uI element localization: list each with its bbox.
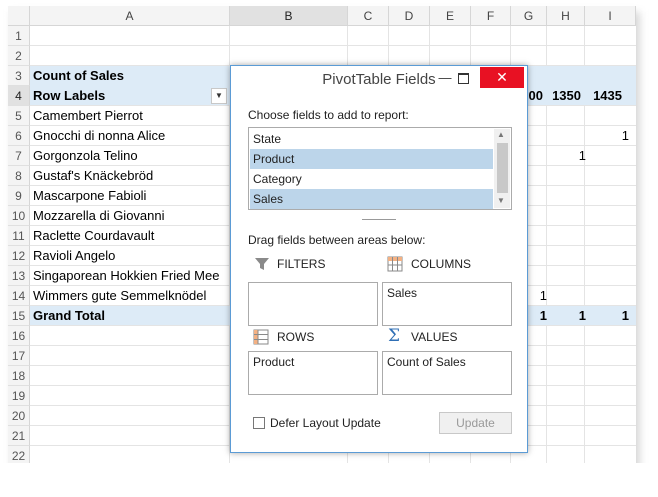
column-header-h[interactable]: H [547, 6, 585, 26]
pivot-value-cell[interactable]: 1 [547, 146, 590, 166]
row-header[interactable]: 6 [8, 126, 30, 146]
section-splitter[interactable] [362, 219, 396, 220]
pivot-row-item[interactable]: Mozzarella di Giovanni [30, 206, 229, 226]
field-item-category[interactable]: Category [250, 169, 493, 189]
grand-total-value[interactable]: 1 [585, 306, 633, 326]
column-header-d[interactable]: D [389, 6, 430, 26]
scroll-thumb[interactable] [497, 143, 508, 193]
row-header[interactable]: 10 [8, 206, 30, 226]
field-list[interactable]: State Product Category Sales ▲ ▼ [248, 127, 512, 210]
gridline [30, 45, 636, 46]
minimize-icon[interactable]: — [436, 68, 454, 88]
close-button[interactable]: ✕ [480, 67, 524, 88]
field-item-sales[interactable]: Sales [250, 189, 493, 209]
scroll-down-icon[interactable]: ▼ [497, 196, 505, 205]
row-header[interactable]: 21 [8, 426, 30, 446]
pivot-row-item[interactable]: Gustaf's Knäckebröd [30, 166, 229, 186]
row-header[interactable]: 1 [8, 26, 30, 46]
torn-edge [0, 463, 658, 497]
values-area-label: VALUES [411, 330, 458, 344]
pivot-fields-dialog: PivotTable Fields — ✕ Choose fields to a… [230, 65, 528, 453]
column-header-b[interactable]: B [230, 6, 348, 26]
rows-field-chip[interactable]: Product [253, 355, 294, 369]
column-header-f[interactable]: F [471, 6, 511, 26]
pivot-row-item[interactable]: Gnocchi di nonna Alice [30, 126, 229, 146]
rows-area-label: ROWS [277, 330, 315, 344]
filters-drop-area[interactable] [248, 282, 378, 326]
row-header[interactable]: 5 [8, 106, 30, 126]
filter-icon [255, 258, 269, 270]
field-item-product[interactable]: Product [250, 149, 493, 169]
row-header[interactable]: 17 [8, 346, 30, 366]
row-header[interactable]: 4 [8, 86, 30, 106]
row-header[interactable]: 13 [8, 266, 30, 286]
row-header[interactable]: 12 [8, 246, 30, 266]
columns-drop-area[interactable]: Sales [382, 282, 512, 326]
row-header[interactable]: 2 [8, 46, 30, 66]
field-item-state[interactable]: State [250, 129, 493, 149]
defer-layout-checkbox[interactable] [253, 417, 265, 429]
values-field-chip[interactable]: Count of Sales [387, 355, 466, 369]
defer-layout-label[interactable]: Defer Layout Update [270, 416, 381, 430]
column-header-e[interactable]: E [430, 6, 471, 26]
columns-area-label: COLUMNS [411, 257, 472, 271]
values-drop-area[interactable]: Count of Sales [382, 351, 512, 395]
columns-icon [387, 256, 403, 272]
row-header[interactable]: 3 [8, 66, 30, 86]
pivot-row-item[interactable]: Singaporean Hokkien Fried Mee [30, 266, 240, 286]
row-header[interactable]: 20 [8, 406, 30, 426]
row-header[interactable]: 18 [8, 366, 30, 386]
update-button[interactable]: Update [439, 412, 512, 434]
maximize-icon[interactable] [458, 73, 469, 84]
row-header[interactable]: 8 [8, 166, 30, 186]
columns-field-chip[interactable]: Sales [387, 286, 417, 300]
pivot-row-item[interactable]: Wimmers gute Semmelknödel [30, 286, 240, 306]
row-header[interactable]: 9 [8, 186, 30, 206]
grand-total-value[interactable]: 1 [547, 306, 590, 326]
pivot-row-item[interactable]: Camembert Pierrot [30, 106, 229, 126]
filters-area-label: FILTERS [277, 257, 326, 271]
column-header-c[interactable]: C [348, 6, 389, 26]
rows-icon [253, 329, 269, 345]
row-header[interactable]: 16 [8, 326, 30, 346]
pivot-title-cell[interactable]: Count of Sales [30, 66, 229, 86]
pivot-row-item[interactable]: Ravioli Angelo [30, 246, 229, 266]
row-labels-filter-button[interactable]: ▼ [211, 88, 227, 104]
column-header-i[interactable]: I [585, 6, 636, 26]
grand-total-label[interactable]: Grand Total [30, 306, 229, 326]
pivot-row-item[interactable]: Mascarpone Fabioli [30, 186, 229, 206]
field-list-scrollbar[interactable]: ▲ ▼ [494, 129, 510, 208]
choose-fields-label: Choose fields to add to report: [248, 108, 409, 122]
sigma-icon: Σ [388, 326, 401, 346]
scroll-up-icon[interactable]: ▲ [497, 130, 505, 139]
row-header[interactable]: 14 [8, 286, 30, 306]
row-header[interactable]: 19 [8, 386, 30, 406]
rows-drop-area[interactable]: Product [248, 351, 378, 395]
pivot-value-cell[interactable]: 1 [585, 126, 633, 146]
pivot-row-item[interactable]: Gorgonzola Telino [30, 146, 229, 166]
row-labels-cell[interactable]: Row Labels [30, 86, 229, 106]
pivot-row-item[interactable]: Raclette Courdavault [30, 226, 229, 246]
row-header[interactable]: 11 [8, 226, 30, 246]
pivot-column-header[interactable]: 1350 [547, 86, 585, 106]
row-header[interactable]: 15 [8, 306, 30, 326]
pivot-column-header[interactable]: 1435 [585, 86, 626, 106]
column-header-a[interactable]: A [30, 6, 230, 26]
row-header[interactable]: 7 [8, 146, 30, 166]
corner-select-all[interactable] [8, 6, 30, 26]
drag-fields-label: Drag fields between areas below: [248, 233, 426, 247]
column-header-g[interactable]: G [511, 6, 547, 26]
